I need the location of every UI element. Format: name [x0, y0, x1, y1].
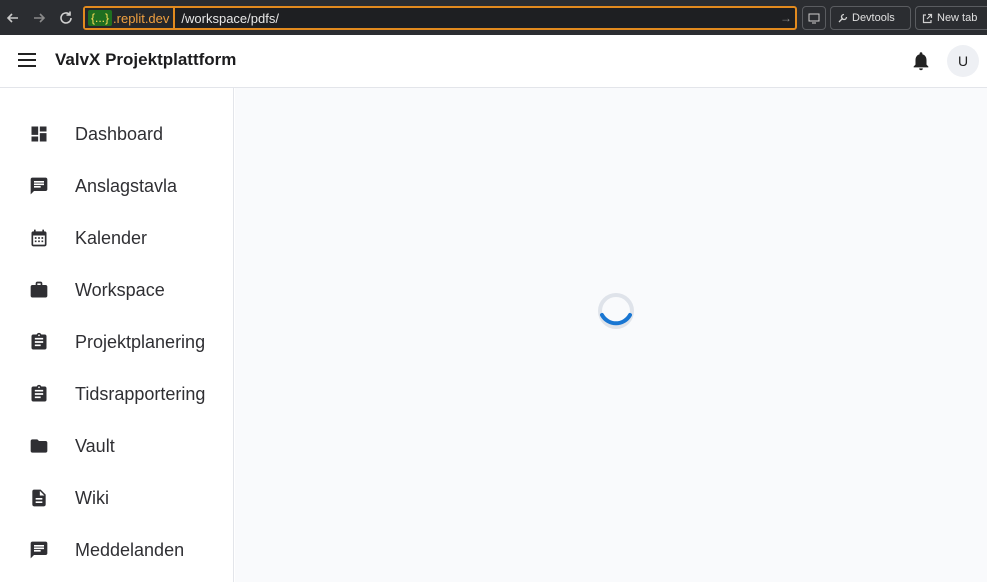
- calendar-icon: [28, 227, 50, 249]
- url-path[interactable]: /workspace/pdfs/: [175, 11, 777, 26]
- hamburger-menu-icon[interactable]: [18, 53, 38, 69]
- reload-icon: [60, 11, 72, 24]
- sidebar-item-meddelanden[interactable]: Meddelanden: [0, 528, 234, 572]
- sidebar-item-label: Workspace: [75, 279, 165, 300]
- sidebar-item-label: Tidsrapportering: [75, 383, 206, 404]
- new-tab-button[interactable]: New tab: [915, 6, 987, 30]
- monitor-icon: [808, 13, 820, 24]
- url-domain: .replit.dev: [113, 10, 170, 26]
- loading-spinner-icon: [596, 291, 636, 331]
- arrow-left-icon: [6, 13, 18, 23]
- sidebar-item-wiki[interactable]: Wiki: [0, 476, 234, 520]
- screen-button[interactable]: [802, 6, 826, 30]
- new-tab-label: New tab: [937, 12, 978, 24]
- sidebar-item-vault[interactable]: Vault: [0, 424, 234, 468]
- sidebar-item-label: Anslagstavla: [75, 175, 178, 196]
- go-arrow-icon[interactable]: →: [777, 11, 795, 25]
- devtools-label: Devtools: [852, 12, 895, 24]
- chat-icon: [28, 175, 50, 197]
- url-badge: {...}: [88, 10, 113, 26]
- app-header: ValvX Projektplattform U: [0, 35, 987, 88]
- main-content: [235, 88, 987, 582]
- briefcase-icon: [28, 279, 50, 301]
- sidebar-item-projektplanering[interactable]: Projektplanering: [0, 320, 234, 364]
- sidebar-item-label: Wiki: [75, 487, 109, 508]
- folder-icon: [28, 435, 50, 457]
- sidebar-item-label: Meddelanden: [75, 539, 185, 560]
- sidebar-item-anslagstavla[interactable]: Anslagstavla: [0, 164, 234, 208]
- external-link-icon: [922, 13, 933, 23]
- app-title: ValvX Projektplattform: [55, 50, 237, 69]
- sidebar-item-label: Kalender: [75, 227, 148, 248]
- dashboard-icon: [28, 123, 50, 145]
- sidebar-item-label: Vault: [75, 435, 115, 456]
- arrow-right-icon: [34, 13, 46, 23]
- forward-button[interactable]: [26, 5, 52, 31]
- document-icon: [28, 487, 50, 509]
- address-bar[interactable]: {...} .replit.dev /workspace/pdfs/ →: [83, 6, 797, 30]
- reload-button[interactable]: [53, 5, 79, 31]
- wrench-icon: [838, 13, 848, 22]
- sidebar-item-dashboard[interactable]: Dashboard: [0, 112, 234, 156]
- chat-icon: [28, 539, 50, 561]
- sidebar-item-label: Projektplanering: [75, 331, 206, 352]
- devtools-button[interactable]: Devtools: [830, 6, 911, 30]
- url-domain-section: {...} .replit.dev: [85, 8, 176, 28]
- sidebar-item-tidsrapportering[interactable]: Tidsrapportering: [0, 372, 234, 416]
- sidebar-item-kalender[interactable]: Kalender: [0, 216, 234, 260]
- user-avatar[interactable]: U: [947, 45, 979, 77]
- sidebar-item-workspace[interactable]: Workspace: [0, 268, 234, 312]
- clipboard-icon: [28, 383, 50, 405]
- sidebar-nav: Dashboard Anslagstavla Kalender Workspac…: [0, 88, 234, 582]
- back-button[interactable]: [0, 5, 26, 31]
- notification-bell-icon[interactable]: [910, 50, 932, 72]
- browser-toolbar: {...} .replit.dev /workspace/pdfs/ → Dev…: [0, 0, 987, 35]
- sidebar-item-label: Dashboard: [75, 123, 164, 144]
- clipboard-icon: [28, 331, 50, 353]
